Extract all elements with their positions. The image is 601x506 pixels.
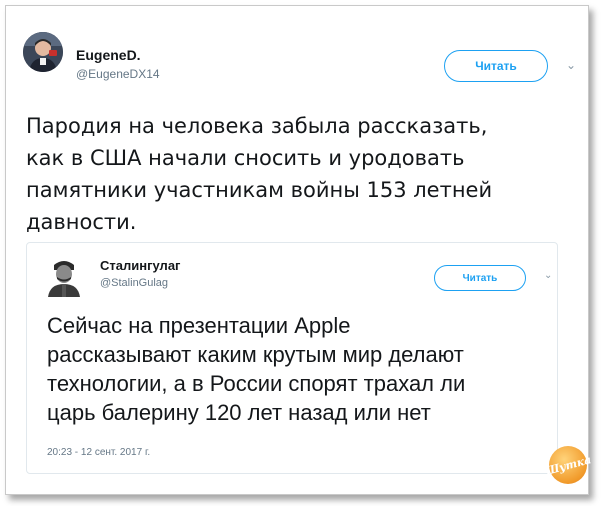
tweet-card: EugeneD. @EugeneDX14 Читать ⌄ Пародия на… [5, 5, 592, 495]
author-handle[interactable]: @EugeneDX14 [76, 67, 160, 81]
quoted-author-handle[interactable]: @StalinGulag [100, 277, 168, 289]
watermark-logo-text: Шутка [543, 452, 593, 478]
avatar-image-icon [23, 32, 63, 72]
quoted-tweet[interactable]: Сталингулаг @StalinGulag Читать ⌄ Сейчас… [26, 242, 558, 474]
quoted-chevron-down-icon[interactable]: ⌄ [544, 270, 552, 281]
quoted-avatar-image-icon [42, 253, 86, 297]
quoted-author-name[interactable]: Сталингулаг [100, 258, 180, 273]
author-name[interactable]: EugeneD. [76, 47, 141, 63]
watermark-logo: Шутка [544, 446, 592, 484]
quoted-author-avatar[interactable] [42, 253, 86, 297]
quoted-timestamp[interactable]: 20:23 - 12 сент. 2017 г. [47, 447, 150, 458]
author-avatar[interactable] [23, 32, 63, 72]
tweet-text: Пародия на человека забыла рассказать, к… [26, 114, 493, 234]
quoted-follow-button[interactable]: Читать [434, 265, 526, 291]
follow-button[interactable]: Читать [444, 50, 548, 82]
quoted-tweet-text: Сейчас на презентации Apple рассказывают… [47, 313, 466, 425]
chevron-down-icon[interactable]: ⌄ [566, 58, 576, 72]
